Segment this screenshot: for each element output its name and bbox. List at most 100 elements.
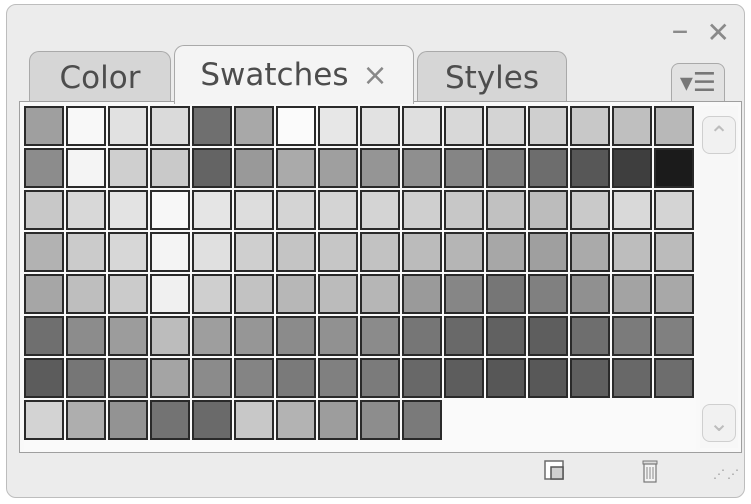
swatch[interactable] (612, 316, 652, 356)
tab-color[interactable]: Color (29, 51, 171, 103)
swatch[interactable] (108, 274, 148, 314)
vertical-scrollbar[interactable]: ⌃ ⌄ (700, 106, 738, 448)
scroll-down-button[interactable]: ⌄ (702, 404, 736, 442)
swatch[interactable] (192, 400, 232, 440)
swatch[interactable] (444, 316, 484, 356)
swatch[interactable] (402, 274, 442, 314)
swatch[interactable] (528, 358, 568, 398)
swatch[interactable] (528, 148, 568, 188)
swatch[interactable] (570, 232, 610, 272)
swatch[interactable] (234, 190, 274, 230)
swatch[interactable] (66, 316, 106, 356)
swatch[interactable] (24, 148, 64, 188)
swatch[interactable] (234, 106, 274, 146)
swatch[interactable] (24, 232, 64, 272)
swatch[interactable] (108, 190, 148, 230)
swatch[interactable] (318, 190, 358, 230)
swatch[interactable] (66, 232, 106, 272)
swatch[interactable] (150, 274, 190, 314)
swatch[interactable] (360, 148, 400, 188)
swatch[interactable] (360, 274, 400, 314)
swatch[interactable] (612, 274, 652, 314)
swatch[interactable] (612, 232, 652, 272)
swatch[interactable] (234, 232, 274, 272)
swatch[interactable] (108, 316, 148, 356)
swatch[interactable] (612, 106, 652, 146)
swatch[interactable] (402, 106, 442, 146)
swatch[interactable] (192, 190, 232, 230)
swatch[interactable] (654, 106, 694, 146)
delete-swatch-button[interactable] (637, 457, 667, 487)
swatch[interactable] (150, 148, 190, 188)
swatch[interactable] (486, 274, 526, 314)
swatch[interactable] (360, 232, 400, 272)
swatch[interactable] (66, 148, 106, 188)
swatch[interactable] (654, 148, 694, 188)
swatch[interactable] (150, 400, 190, 440)
new-swatch-button[interactable] (541, 457, 571, 487)
swatch[interactable] (276, 106, 316, 146)
swatch[interactable] (318, 358, 358, 398)
swatch[interactable] (66, 358, 106, 398)
tab-styles[interactable]: Styles (417, 51, 567, 103)
swatch[interactable] (276, 190, 316, 230)
swatch[interactable] (654, 190, 694, 230)
swatch[interactable] (150, 358, 190, 398)
minimize-icon[interactable]: – (672, 13, 689, 47)
swatch[interactable] (612, 190, 652, 230)
swatch[interactable] (444, 232, 484, 272)
scroll-up-button[interactable]: ⌃ (702, 116, 736, 154)
swatch[interactable] (192, 106, 232, 146)
close-icon[interactable]: ✕ (707, 19, 730, 47)
swatch[interactable] (528, 316, 568, 356)
swatch[interactable] (528, 190, 568, 230)
swatch[interactable] (24, 358, 64, 398)
swatch[interactable] (150, 106, 190, 146)
tab-swatches[interactable]: Swatches × (174, 45, 414, 104)
swatch[interactable] (24, 190, 64, 230)
swatch[interactable] (570, 316, 610, 356)
swatch[interactable] (402, 358, 442, 398)
resize-grip-icon[interactable]: ⋰⋰ (713, 467, 741, 481)
swatch[interactable] (276, 358, 316, 398)
swatch[interactable] (234, 148, 274, 188)
swatch[interactable] (192, 232, 232, 272)
swatch[interactable] (108, 400, 148, 440)
swatch[interactable] (66, 190, 106, 230)
swatch[interactable] (654, 358, 694, 398)
panel-menu-icon[interactable]: ▾☰ (671, 63, 725, 102)
swatch[interactable] (570, 358, 610, 398)
swatch[interactable] (24, 106, 64, 146)
swatch[interactable] (66, 106, 106, 146)
swatch[interactable] (318, 148, 358, 188)
swatch[interactable] (318, 232, 358, 272)
swatch[interactable] (402, 316, 442, 356)
swatch[interactable] (486, 148, 526, 188)
swatch[interactable] (444, 358, 484, 398)
swatch[interactable] (486, 232, 526, 272)
swatch[interactable] (486, 316, 526, 356)
swatch[interactable] (66, 400, 106, 440)
swatch[interactable] (360, 106, 400, 146)
swatch[interactable] (318, 400, 358, 440)
swatch[interactable] (234, 400, 274, 440)
swatch[interactable] (24, 316, 64, 356)
swatch[interactable] (654, 274, 694, 314)
swatch[interactable] (360, 316, 400, 356)
swatch[interactable] (570, 106, 610, 146)
swatch[interactable] (528, 232, 568, 272)
swatch[interactable] (612, 358, 652, 398)
swatch[interactable] (570, 274, 610, 314)
swatch[interactable] (444, 274, 484, 314)
swatch[interactable] (108, 148, 148, 188)
swatch[interactable] (192, 316, 232, 356)
swatch[interactable] (150, 190, 190, 230)
swatch[interactable] (150, 316, 190, 356)
swatch[interactable] (318, 316, 358, 356)
swatch[interactable] (150, 232, 190, 272)
swatch[interactable] (486, 358, 526, 398)
swatch[interactable] (612, 148, 652, 188)
swatch[interactable] (276, 232, 316, 272)
swatch[interactable] (444, 148, 484, 188)
swatch[interactable] (276, 400, 316, 440)
